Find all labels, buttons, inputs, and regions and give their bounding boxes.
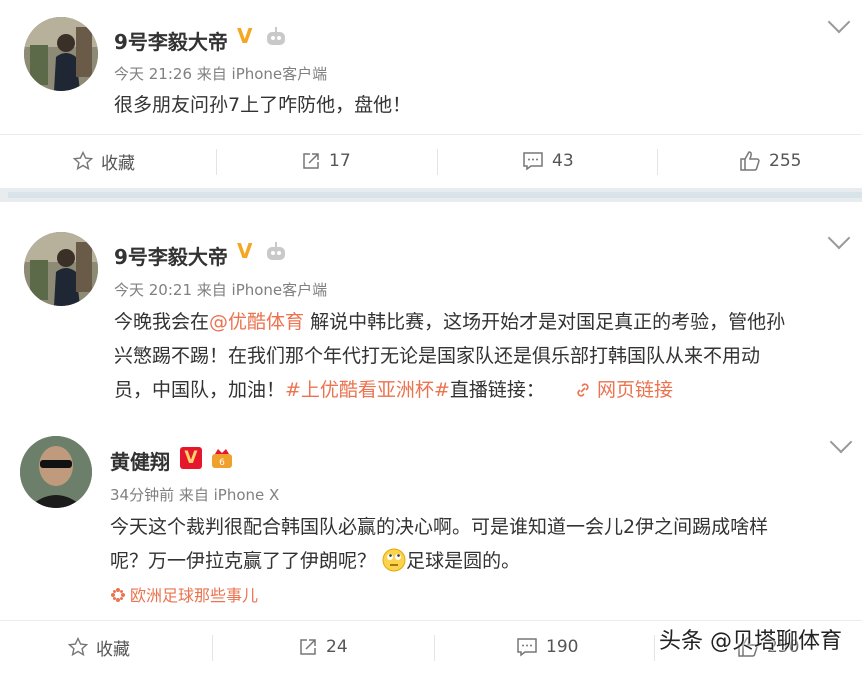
author-avatar[interactable]: [24, 17, 98, 91]
thumbs-up-icon: [740, 151, 760, 171]
vip-robot-icon: [264, 241, 288, 267]
post-text-line-1: 今天这个裁判很配合韩国队必赢的决心啊。可是谁知道一会儿2伊之间踢成啥样: [110, 516, 769, 538]
post-text-line-2: 兴慜踢不踢！在我们那个年代打无论是国家队还是俱乐部打韩国队从来不用动: [114, 345, 761, 367]
action-bar: 收藏 17 43 255: [0, 134, 862, 187]
repost-count: 24: [326, 637, 348, 657]
avatar-image: [20, 436, 92, 508]
post-text-line-3: 员，中国队，加油！#上优酷看亚洲杯#直播链接： 网页链接: [114, 373, 673, 407]
author-avatar[interactable]: [20, 436, 92, 508]
topic-flower-icon: [111, 588, 125, 602]
post-text-line-1: 今晚我会在@优酷体育 解说中韩比赛，这场开始才是对国足真正的考验，管他孙: [114, 305, 785, 339]
comment-button[interactable]: 190: [516, 621, 578, 673]
separator: [437, 149, 438, 175]
author-name[interactable]: 9号李毅大帝: [114, 241, 228, 270]
separator: [657, 149, 658, 175]
avatar-image: [24, 17, 98, 91]
vip-robot-icon: [264, 26, 288, 52]
star-icon: [68, 637, 88, 657]
separator: [216, 149, 217, 175]
separator: [434, 635, 435, 661]
star-icon: [73, 151, 93, 171]
comment-button[interactable]: 43: [522, 135, 574, 187]
author-avatar[interactable]: [24, 232, 98, 306]
watermark: 头条 @贝塔聊体育: [659, 629, 842, 654]
favorite-label: 收藏: [96, 639, 130, 660]
favorite-button[interactable]: 收藏: [68, 621, 130, 673]
comment-icon: [517, 638, 537, 657]
author-name[interactable]: 黄健翔: [110, 446, 170, 475]
link-icon: [577, 383, 589, 397]
text-segment: 员，中国队，加油！: [114, 379, 286, 401]
verified-icon: V: [237, 24, 253, 48]
text-segment: 足球是圆的。: [406, 550, 521, 572]
verified-icon: V: [180, 447, 202, 469]
repost-icon: [300, 639, 316, 655]
topic-tag[interactable]: 欧洲足球那些事儿: [110, 582, 258, 606]
author-name[interactable]: 9号李毅大帝: [114, 26, 228, 55]
post-text-line-2: 呢？万一伊拉克赢了了伊朗呢？ 足球是圆的。: [110, 544, 520, 578]
text-segment: 呢？万一伊拉克赢了了伊朗呢？: [110, 550, 377, 572]
comment-count: 43: [552, 151, 574, 171]
repost-icon: [303, 153, 319, 169]
post-text: 很多朋友问孙7上了咋防他，盘他！: [114, 94, 412, 116]
mention-link[interactable]: @优酷体育: [209, 311, 304, 333]
separator: [654, 635, 655, 661]
comment-icon: [523, 152, 543, 171]
text-segment: 今晚我会在: [114, 311, 210, 333]
topic-label: 欧洲足球那些事儿: [130, 586, 259, 605]
weibo-post-2: 9号李毅大帝 V 今天 20:21 来自 iPhone客户端 今晚我会在@优酷体…: [0, 202, 862, 422]
favorite-button[interactable]: 收藏: [73, 135, 135, 187]
text-segment: 解说中韩比赛，这场开始才是对国足真正的考验，管他孙: [304, 311, 786, 333]
verified-icon: V: [237, 239, 253, 263]
svg-text:6: 6: [219, 458, 225, 468]
rolling-eyes-emoji-icon: [382, 548, 406, 572]
like-button[interactable]: 255: [739, 135, 801, 187]
comment-count: 190: [546, 637, 579, 657]
weibo-post-1: 9号李毅大帝 V 今天 21:26 来自 iPhone客户端 很多朋友问孙7上了…: [0, 0, 862, 188]
chevron-down-icon[interactable]: [829, 430, 853, 454]
text-segment: 直播链接：: [449, 379, 545, 401]
hashtag-link[interactable]: #上优酷看亚洲杯#: [285, 379, 450, 401]
separator: [212, 635, 213, 661]
repost-count: 17: [329, 151, 351, 171]
post-meta: 34分钟前 来自 iPhone X: [110, 486, 280, 504]
repost-button[interactable]: 24: [298, 621, 348, 673]
repost-button[interactable]: 17: [301, 135, 351, 187]
favorite-label: 收藏: [101, 153, 135, 174]
post-meta: 今天 20:21 来自 iPhone客户端: [114, 281, 328, 299]
chevron-down-icon[interactable]: [827, 226, 851, 250]
post-meta: 今天 21:26 来自 iPhone客户端: [114, 65, 328, 83]
chevron-down-icon[interactable]: [827, 10, 851, 34]
like-count: 255: [769, 151, 802, 171]
feed-divider: [0, 188, 862, 202]
vip-badge-icon: 6: [210, 446, 236, 474]
web-link-label: 网页链接: [596, 379, 673, 401]
web-link[interactable]: 网页链接: [575, 379, 673, 401]
avatar-image: [24, 232, 98, 306]
